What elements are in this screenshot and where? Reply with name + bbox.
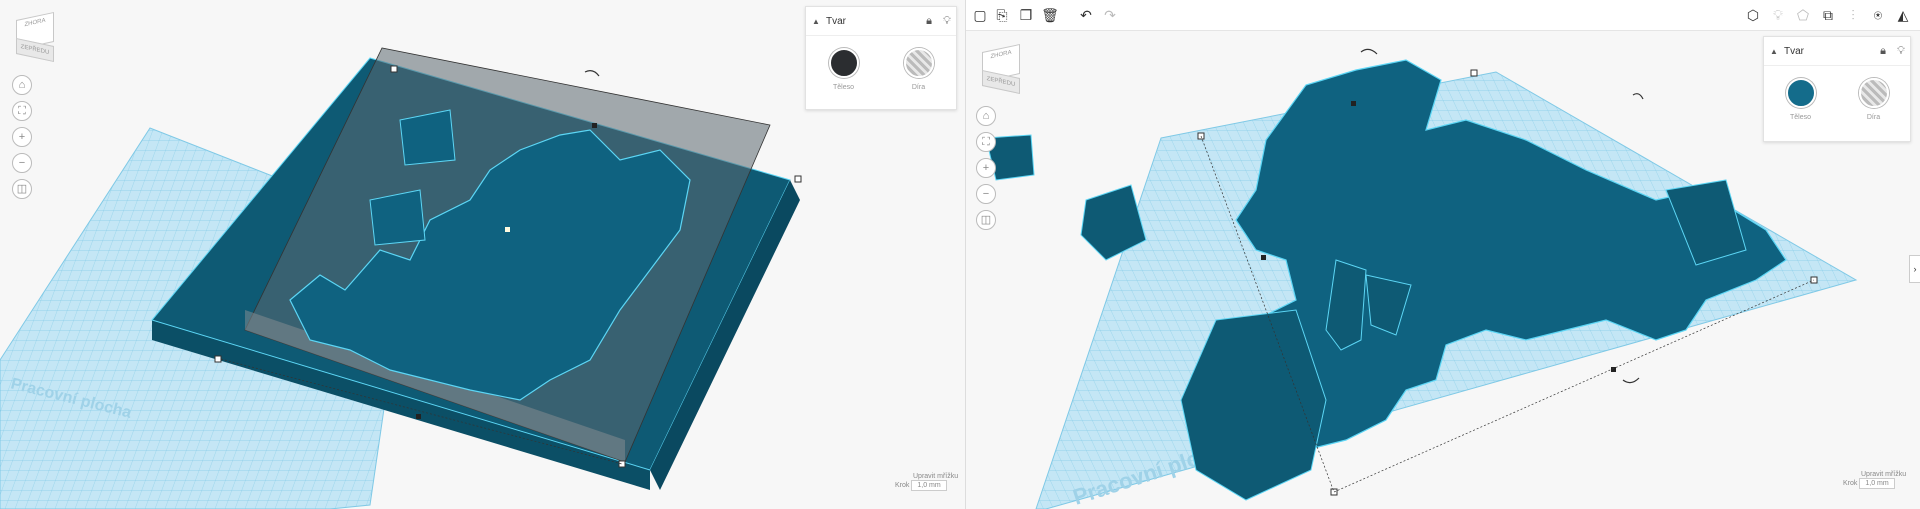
perspective-icon[interactable]: ◫ bbox=[976, 210, 996, 230]
hole-swatch[interactable] bbox=[903, 48, 934, 78]
home-view-icon[interactable]: ⌂ bbox=[12, 75, 32, 95]
hole-label: Díra bbox=[911, 84, 926, 91]
fit-view-icon[interactable]: ⛶ bbox=[12, 101, 32, 121]
hole-swatch[interactable] bbox=[1858, 78, 1889, 108]
snap-label: Krok bbox=[895, 482, 910, 489]
delete-icon[interactable]: 🗑︎ bbox=[1040, 5, 1060, 25]
copy-icon[interactable]: ⎘ bbox=[992, 5, 1012, 25]
redo-icon[interactable]: ↷ bbox=[1100, 5, 1120, 25]
mirror-icon[interactable]: ◭ bbox=[1893, 5, 1913, 25]
edit-grid: Upravit mřížku Krok 1,0 mm bbox=[1843, 471, 1906, 489]
solid-label: Těleso bbox=[1789, 114, 1811, 121]
view-cube[interactable]: ZHORA ZEPŘEDU bbox=[12, 11, 60, 63]
inspector-title: Tvar bbox=[826, 15, 846, 27]
group-icon[interactable]: ⬠ bbox=[1793, 5, 1813, 25]
edit-grid-label[interactable]: Upravit mřížku bbox=[1861, 471, 1906, 478]
handle bbox=[416, 414, 421, 419]
snap-grid-select[interactable]: 1,0 mm bbox=[911, 480, 947, 491]
light-icon[interactable]: 💡︎ bbox=[1768, 5, 1788, 25]
view-controls: ⌂ ⛶ + − ◫ bbox=[976, 106, 996, 236]
snap-label: Krok bbox=[1843, 480, 1858, 487]
edit-grid: Upravit mřížku Krok 1,0 mm bbox=[895, 473, 958, 491]
collapse-icon[interactable]: ▲ bbox=[806, 17, 826, 26]
view-controls: ⌂ ⛶ + − ◫ bbox=[12, 75, 32, 205]
home-view-icon[interactable]: ⌂ bbox=[976, 106, 996, 126]
rotate-handle bbox=[584, 70, 600, 77]
bulb-icon[interactable]: 💡︎ bbox=[1892, 45, 1910, 58]
collapse-icon[interactable]: ▲ bbox=[1764, 47, 1784, 56]
handle bbox=[1351, 101, 1356, 106]
inspector-title: Tvar bbox=[1784, 45, 1804, 57]
handle bbox=[1470, 69, 1478, 77]
lock-icon[interactable]: 🔒︎ bbox=[1874, 45, 1892, 58]
panel-toggle-icon[interactable]: › bbox=[1909, 255, 1920, 283]
bulb-icon[interactable]: 💡︎ bbox=[938, 15, 956, 28]
toolbar: ▢ ⎘ ❐ 🗑︎ ↶ ↷ ⬡ 💡︎ ⬠ ⧉ ⫶ ⍟ ◭ bbox=[966, 0, 1920, 31]
shape-inspector: ▲ Tvar 🔒︎ 💡︎ Těleso Díra bbox=[1763, 36, 1911, 142]
rotate-handle bbox=[1360, 48, 1378, 55]
solid-swatch[interactable] bbox=[1785, 78, 1816, 108]
hole-option[interactable]: Díra bbox=[889, 48, 949, 91]
duplicate-icon[interactable]: ❐ bbox=[1016, 5, 1036, 25]
zoom-out-icon[interactable]: − bbox=[12, 153, 32, 173]
align-icon[interactable]: ⫶ bbox=[1843, 5, 1863, 25]
view-cube[interactable]: ZHORA ZEPŘEDU bbox=[978, 43, 1026, 95]
lock-icon[interactable]: 🔒︎ bbox=[920, 15, 938, 28]
edit-grid-label[interactable]: Upravit mřížku bbox=[913, 473, 958, 480]
hole-option[interactable]: Díra bbox=[1844, 78, 1904, 121]
snap-grid-select[interactable]: 1,0 mm bbox=[1859, 478, 1895, 489]
new-shape-icon[interactable]: ▢ bbox=[970, 5, 990, 25]
hole-label: Díra bbox=[1866, 114, 1881, 121]
handle bbox=[1261, 255, 1266, 260]
rotate-handle bbox=[1632, 93, 1644, 100]
handle bbox=[794, 175, 802, 183]
left-viewport[interactable]: Pracovní plocha ZHORA ZEPŘEDU ⌂ ⛶ + − ◫ bbox=[0, 0, 965, 509]
handle bbox=[390, 65, 398, 73]
handle bbox=[214, 355, 222, 363]
drop-icon[interactable]: ⍟ bbox=[1868, 5, 1888, 25]
right-viewport[interactable]: Pracovní plocha ▢ ⎘ ❐ 🗑︎ ↶ ↷ ⬡ 💡︎ ⬠ ⧉ ⫶ bbox=[965, 0, 1920, 509]
solid-label: Těleso bbox=[832, 84, 854, 91]
zoom-out-icon[interactable]: − bbox=[976, 184, 996, 204]
zoom-in-icon[interactable]: + bbox=[976, 158, 996, 178]
undo-icon[interactable]: ↶ bbox=[1076, 5, 1096, 25]
solid-swatch[interactable] bbox=[828, 48, 859, 78]
solid-option[interactable]: Těleso bbox=[1771, 78, 1831, 121]
fit-view-icon[interactable]: ⛶ bbox=[976, 132, 996, 152]
solid-option[interactable]: Těleso bbox=[814, 48, 874, 91]
zoom-in-icon[interactable]: + bbox=[12, 127, 32, 147]
shape-inspector: ▲ Tvar 🔒︎ 💡︎ Těleso Díra bbox=[805, 6, 957, 110]
rotate-handle bbox=[1622, 377, 1640, 384]
perspective-icon[interactable]: ◫ bbox=[12, 179, 32, 199]
handle bbox=[1611, 367, 1616, 372]
ungroup-icon[interactable]: ⧉ bbox=[1818, 5, 1838, 25]
handle bbox=[592, 123, 597, 128]
note-icon[interactable]: ⬡ bbox=[1743, 5, 1763, 25]
